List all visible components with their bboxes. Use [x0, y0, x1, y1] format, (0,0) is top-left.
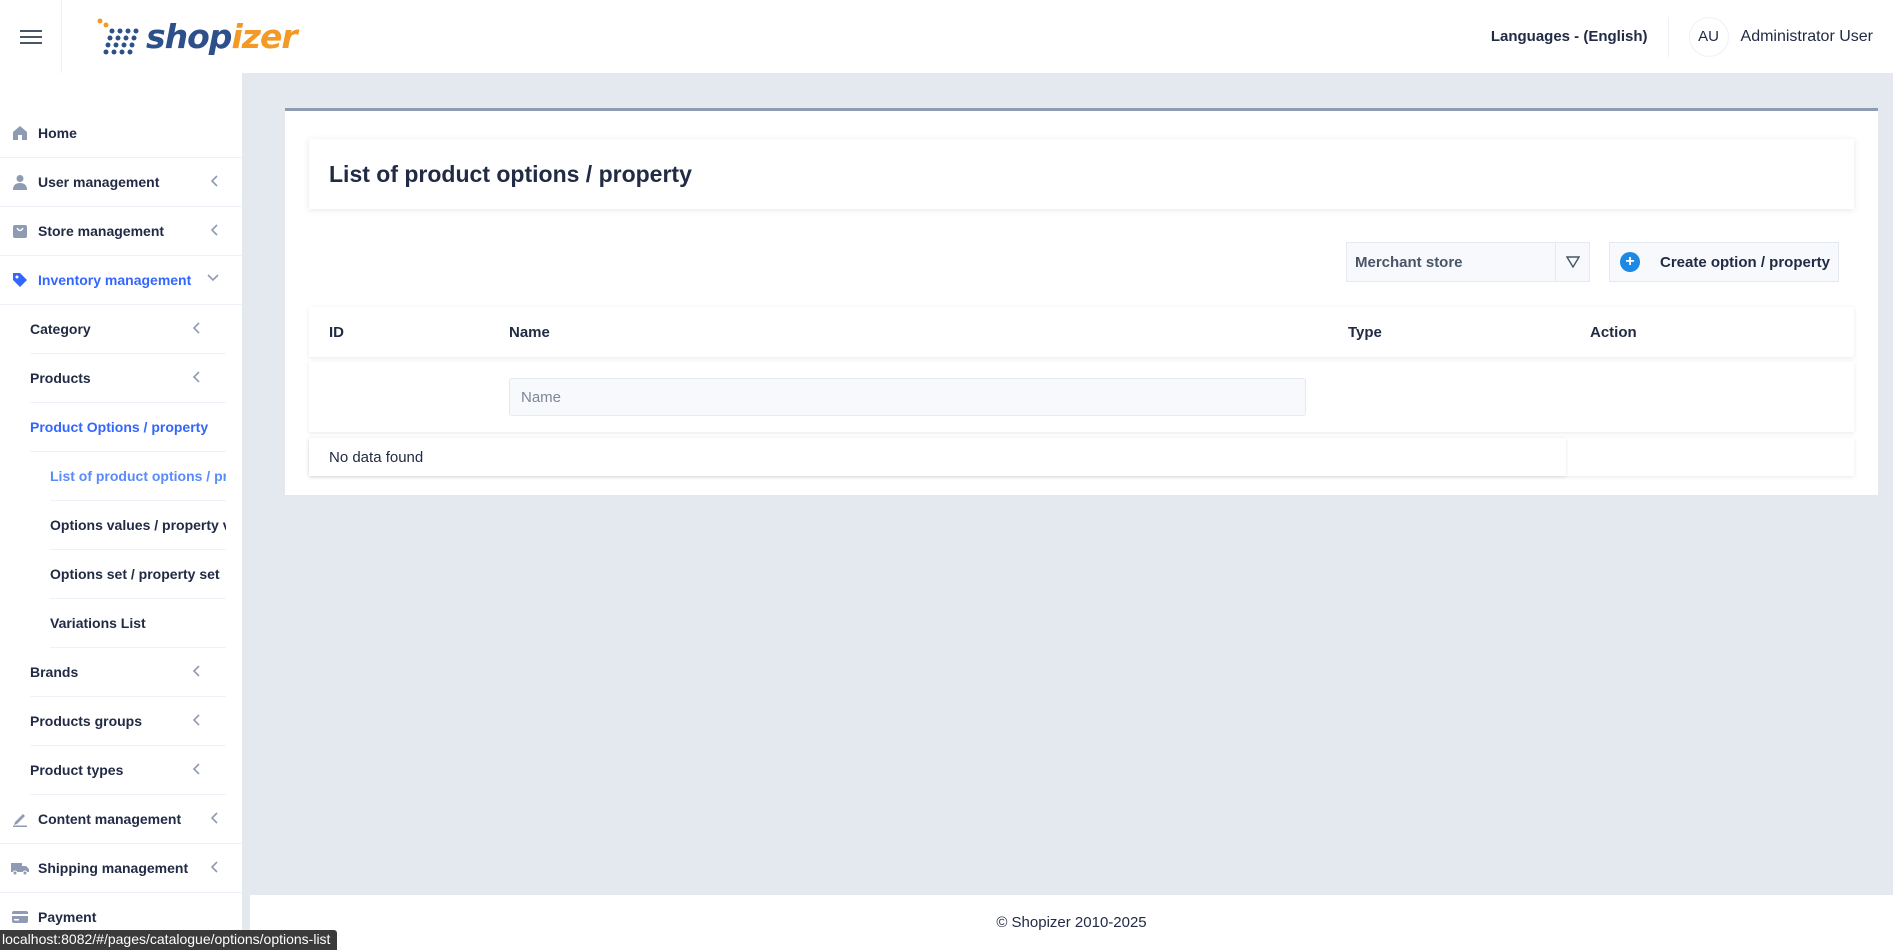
shopizer-logo[interactable]: shopizer	[96, 15, 298, 59]
table-header: ID Name Type Action	[309, 307, 1854, 357]
sidebar-item-options-set[interactable]: Options set / property set	[50, 550, 226, 599]
sidebar-item-label: Product Options / property	[30, 419, 209, 435]
sidebar: Home User management Store management In…	[0, 73, 246, 950]
sidebar-item-variations-list[interactable]: Variations List	[50, 599, 226, 648]
options-list-card: List of product options / property Merch…	[285, 108, 1878, 495]
sidebar-item-label: Variations List	[50, 615, 146, 631]
create-option-button-label: Create option / property	[1660, 253, 1831, 271]
create-option-button[interactable]: + Create option / property	[1609, 242, 1839, 282]
chevron-down-icon	[207, 274, 219, 282]
sidebar-item-user-management[interactable]: User management	[0, 158, 242, 207]
logo-dots-icon	[97, 18, 139, 54]
sidebar-item-label: Payment	[38, 909, 97, 925]
hamburger-icon	[19, 29, 42, 44]
edit-icon	[10, 809, 30, 829]
sidebar-item-label: Product types	[30, 762, 124, 778]
sidebar-item-product-options[interactable]: Product Options / property	[30, 403, 226, 452]
column-header-id[interactable]: ID	[329, 324, 344, 341]
language-selector[interactable]: Languages - (English)	[1491, 16, 1669, 57]
chevron-left-icon	[210, 175, 218, 187]
empty-message: No data found	[309, 438, 1566, 476]
status-bar-url: localhost:8082/#/pages/catalogue/options…	[0, 930, 338, 950]
sidebar-item-label: Category	[30, 321, 91, 337]
sidebar-item-product-types[interactable]: Product types	[30, 746, 226, 795]
sidebar-item-label: Shipping management	[38, 860, 189, 876]
sidebar-item-label: Products groups	[30, 713, 143, 729]
car-icon	[10, 858, 30, 878]
sidebar-item-label: Home	[38, 125, 77, 141]
sidebar-item-options-values[interactable]: Options values / property v	[50, 501, 226, 550]
pricetag-icon	[10, 270, 30, 290]
column-header-type[interactable]: Type	[1348, 324, 1382, 341]
sidebar-item-label: Options set / property set	[50, 566, 220, 582]
sidebar-item-home[interactable]: Home	[0, 109, 242, 158]
chevron-left-icon	[192, 714, 200, 726]
caret-down-icon	[1555, 243, 1589, 281]
person-icon	[10, 172, 30, 192]
column-header-action: Action	[1590, 324, 1637, 341]
column-header-name[interactable]: Name	[509, 324, 550, 341]
sidebar-item-products-groups[interactable]: Products groups	[30, 697, 226, 746]
sidebar-item-products[interactable]: Products	[30, 354, 226, 403]
page-title-box: List of product options / property	[309, 139, 1854, 209]
logo-wordmark: shopizer	[146, 17, 298, 56]
name-filter-input[interactable]	[509, 378, 1306, 416]
sidebar-item-label: Content management	[38, 811, 182, 827]
chevron-left-icon	[210, 861, 218, 873]
plus-circle-icon: +	[1620, 252, 1640, 272]
sidebar-item-label: Options values / property v	[50, 517, 226, 533]
sidebar-toggle-button[interactable]	[0, 0, 62, 73]
copyright-text: © Shopizer 2010-2025	[996, 914, 1147, 931]
sidebar-item-label: Brands	[30, 664, 79, 680]
top-header: shopizer Languages - (English) AU Admini…	[0, 0, 1893, 73]
user-name: Administrator User	[1740, 27, 1873, 45]
sidebar-item-shipping-management[interactable]: Shipping management	[0, 844, 242, 893]
sidebar-item-label: Inventory management	[38, 272, 192, 288]
merchant-store-select-value: Merchant store	[1355, 253, 1463, 271]
sidebar-item-brands[interactable]: Brands	[30, 648, 226, 697]
sidebar-item-label: Store management	[38, 223, 165, 239]
shopping-bag-icon	[10, 221, 30, 241]
chevron-left-icon	[192, 322, 200, 334]
chevron-left-icon	[210, 224, 218, 236]
home-icon	[10, 123, 30, 143]
chevron-left-icon	[210, 812, 218, 824]
sidebar-item-list-options[interactable]: List of product options / pr	[50, 452, 226, 501]
chevron-left-icon	[192, 763, 200, 775]
chevron-left-icon	[192, 665, 200, 677]
sidebar-item-content-management[interactable]: Content management	[0, 795, 242, 844]
merchant-store-select[interactable]: Merchant store	[1346, 242, 1590, 282]
chevron-left-icon	[192, 371, 200, 383]
sidebar-item-inventory-management[interactable]: Inventory management	[0, 256, 242, 305]
sidebar-item-label: List of product options / pr	[50, 468, 226, 484]
credit-card-icon	[10, 907, 30, 927]
page-title: List of product options / property	[329, 160, 692, 187]
avatar: AU	[1688, 16, 1729, 57]
table-filter-row	[309, 362, 1854, 432]
sidebar-item-label: User management	[38, 174, 160, 190]
sidebar-item-label: Products	[30, 370, 91, 386]
user-menu[interactable]: AU Administrator User	[1688, 16, 1873, 57]
footer: © Shopizer 2010-2025	[250, 895, 1893, 950]
sidebar-item-store-management[interactable]: Store management	[0, 207, 242, 256]
sidebar-item-category[interactable]: Category	[30, 305, 226, 354]
